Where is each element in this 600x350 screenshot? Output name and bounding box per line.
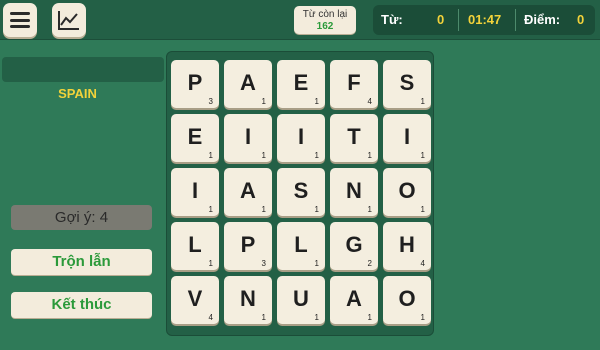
letter-tile[interactable]: A1 [224,60,272,108]
finish-button[interactable]: Kết thúc [11,292,152,318]
letter-tile[interactable]: H4 [383,222,431,270]
tile-points: 1 [261,313,266,322]
hamburger-menu-icon [10,12,30,28]
tile-points: 1 [314,259,319,268]
tile-points: 1 [420,313,425,322]
letter-tile[interactable]: N1 [224,276,272,324]
tile-points: 1 [367,313,372,322]
tile-points: 3 [261,259,266,268]
tile-points: 2 [367,259,372,268]
letter-tile[interactable]: L1 [277,222,325,270]
letter-tile[interactable]: F4 [330,60,378,108]
divider [458,9,459,31]
letter-tile[interactable]: I1 [383,114,431,162]
letter-tile[interactable]: O1 [383,276,431,324]
line-chart-icon [58,11,79,30]
letter-tile[interactable]: T1 [330,114,378,162]
tile-points: 4 [367,97,372,106]
letter-tile[interactable]: L1 [171,222,219,270]
score-label: Điểm: [524,12,561,27]
top-bar: Từ còn lại 162 Từ: 0 01:47 Điểm: 0 [0,0,600,40]
tile-points: 1 [367,151,372,160]
tile-points: 1 [367,205,372,214]
letter-tile[interactable]: O1 [383,168,431,216]
letter-tile[interactable]: I1 [277,114,325,162]
divider [515,9,516,31]
shuffle-button[interactable]: Trộn lẫn [11,249,152,275]
tile-points: 4 [420,259,425,268]
letter-tile[interactable]: I1 [224,114,272,162]
menu-button[interactable] [3,3,37,37]
current-word-box [2,57,164,82]
score-bar: Từ: 0 01:47 Điểm: 0 [373,5,595,35]
tile-points: 4 [208,313,213,322]
tile-points: 1 [261,151,266,160]
tile-points: 1 [261,205,266,214]
hint-button[interactable]: Gợi ý: 4 [11,205,152,230]
found-word: SPAIN [58,86,97,101]
words-count: 0 [437,12,445,27]
tile-points: 1 [208,205,213,214]
letter-tile[interactable]: S1 [277,168,325,216]
letter-tile[interactable]: G2 [330,222,378,270]
letter-tile[interactable]: A1 [224,168,272,216]
timer: 01:47 [468,12,502,27]
letter-tile[interactable]: P3 [171,60,219,108]
tile-points: 1 [420,205,425,214]
letter-tile[interactable]: V4 [171,276,219,324]
letter-tile[interactable]: U1 [277,276,325,324]
tile-points: 1 [420,97,425,106]
letter-tile[interactable]: A1 [330,276,378,324]
tile-points: 1 [314,151,319,160]
tile-points: 3 [208,97,213,106]
letter-tile[interactable]: E1 [277,60,325,108]
score-value: 0 [577,12,585,27]
tile-points: 1 [261,97,266,106]
tile-points: 1 [208,151,213,160]
letter-tile[interactable]: P3 [224,222,272,270]
remaining-words-label: Từ còn lại [302,9,348,20]
tile-points: 1 [208,259,213,268]
letter-tile[interactable]: S1 [383,60,431,108]
tile-points: 1 [314,205,319,214]
letter-board: P3A1E1F4S1E1I1I1T1I1I1A1S1N1O1L1P3L1G2H4… [166,51,434,336]
remaining-words-box: Từ còn lại 162 [294,6,356,34]
tile-points: 1 [314,97,319,106]
tile-points: 1 [420,151,425,160]
letter-tile[interactable]: E1 [171,114,219,162]
letter-tile[interactable]: N1 [330,168,378,216]
words-label: Từ: [381,12,403,27]
letter-tile[interactable]: I1 [171,168,219,216]
stats-button[interactable] [52,3,86,37]
remaining-words-count: 162 [316,21,334,32]
tile-points: 1 [314,313,319,322]
